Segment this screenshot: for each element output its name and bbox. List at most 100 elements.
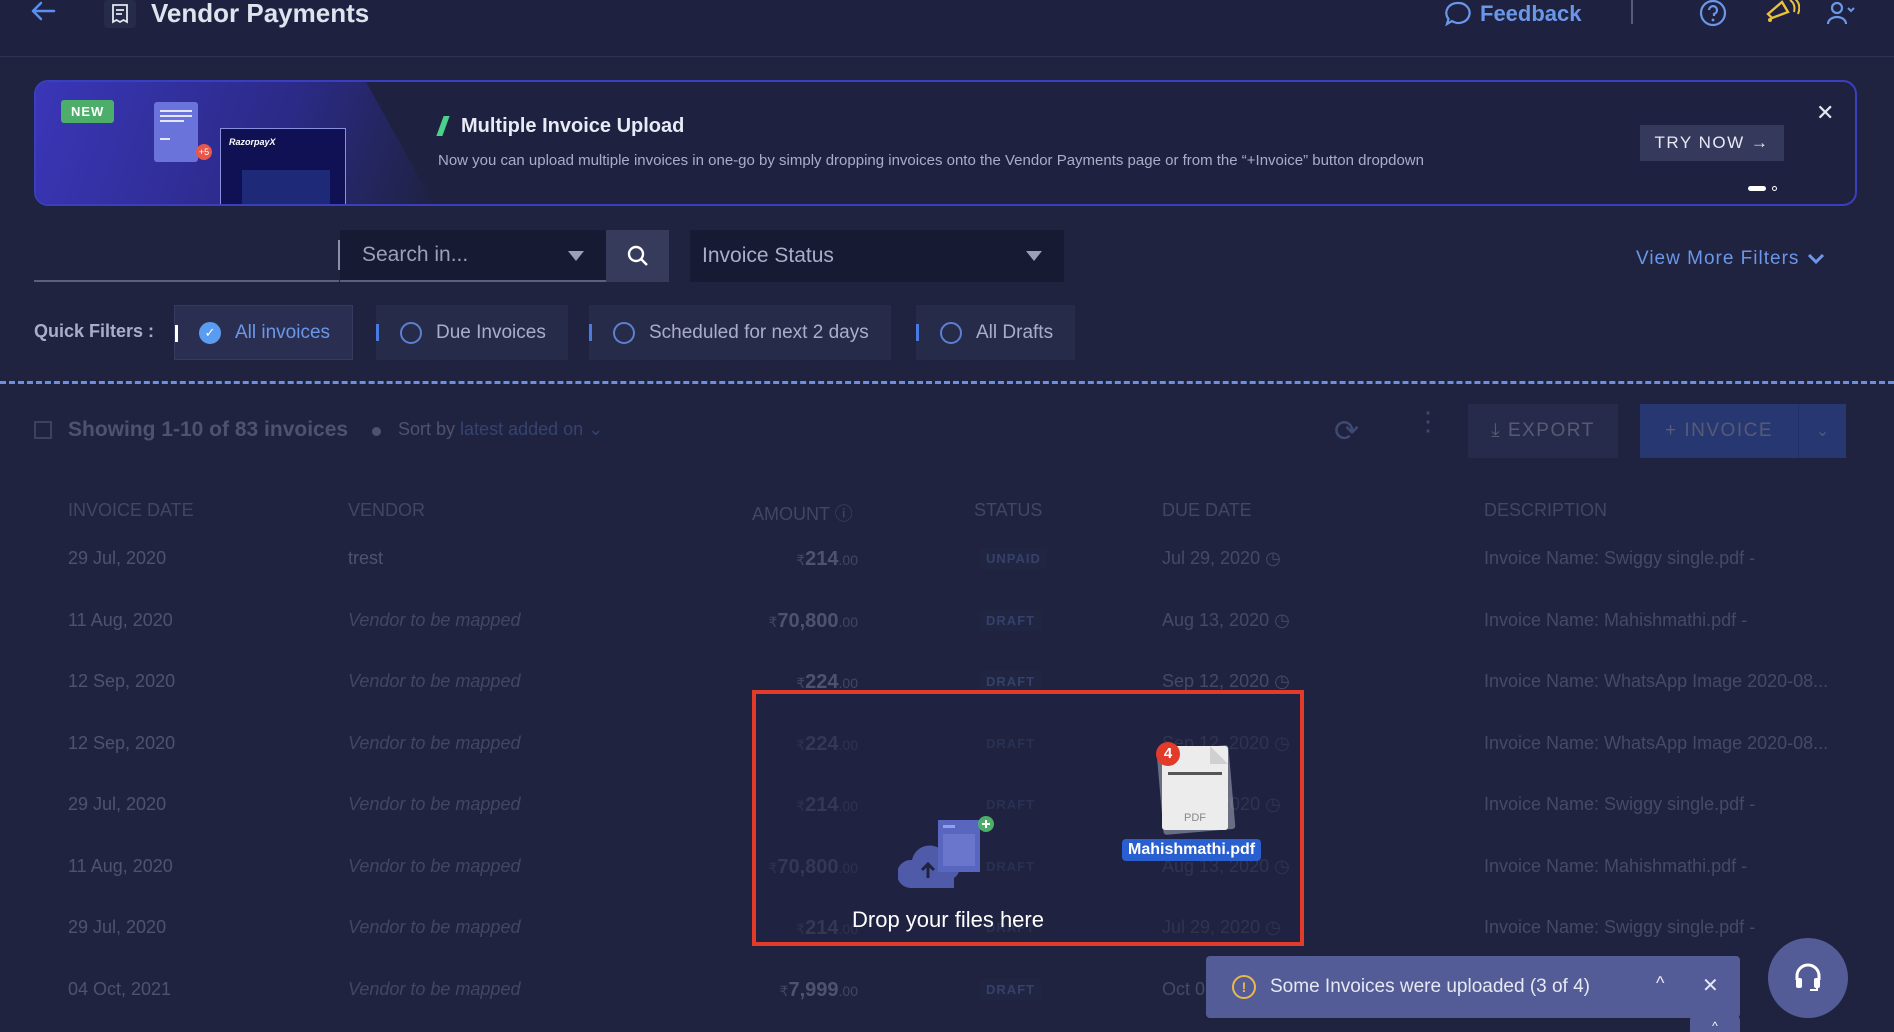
invoice-date: 12 Sep, 2020 xyxy=(68,671,176,691)
invoice-date: 11 Aug, 2020 xyxy=(68,609,173,630)
radio-empty-icon xyxy=(613,321,635,344)
upload-status-toast: ! Some Invoices were uploaded (3 of 4) ^… xyxy=(1206,956,1740,1018)
vendor-name[interactable]: Vendor to be mapped xyxy=(348,671,520,692)
banner-pagination xyxy=(1748,186,1777,191)
question-circle-icon xyxy=(1699,0,1727,27)
table-row[interactable]: 11 Aug, 2020 Vendor to be mapped ₹70,800.0… xyxy=(0,609,1894,650)
user-menu-button[interactable] xyxy=(1826,0,1858,33)
vendor-name[interactable]: Vendor to be mapped xyxy=(348,733,520,754)
column-header-invoice-date[interactable]: INVOICE DATE xyxy=(68,500,194,521)
close-toast-button[interactable]: ✕ xyxy=(1702,973,1719,998)
razorpayx-window-illustration: RazorpayX xyxy=(220,128,346,204)
status-badge: UNPAID xyxy=(980,548,1047,569)
vendor-name[interactable]: Vendor to be mapped xyxy=(348,610,520,631)
column-header-vendor[interactable]: VENDOR xyxy=(348,500,425,521)
vendor-name[interactable]: Vendor to be mapped xyxy=(348,917,520,938)
quick-filter-label: All Drafts xyxy=(976,321,1054,343)
sort-dropdown[interactable]: Sort by latest added on ⌄ xyxy=(398,419,603,440)
try-now-button[interactable]: TRY NOW → xyxy=(1640,125,1784,161)
refresh-icon[interactable]: ⟳ xyxy=(1334,414,1359,449)
banner-title: Multiple Invoice Upload xyxy=(461,115,685,137)
invoice-amount: ₹7,999.00 xyxy=(779,978,858,1001)
column-header-status[interactable]: STATUS xyxy=(974,500,1042,521)
column-header-amount[interactable]: AMOUNT ⓘ xyxy=(752,500,853,526)
due-date: Jul 29, 2020 ◷ xyxy=(1162,548,1281,568)
vendor-name[interactable]: Vendor to be mapped xyxy=(348,979,520,1000)
select-all-checkbox[interactable] xyxy=(34,421,52,439)
pagination-dot-active[interactable] xyxy=(1748,186,1766,191)
invoice-amount: ₹70,800.00 xyxy=(768,609,858,632)
export-button[interactable]: ⤓ EXPORT xyxy=(1468,404,1618,458)
invoice-status-dropdown[interactable]: Invoice Status xyxy=(690,230,1064,282)
invoice-date: 29 Jul, 2020 xyxy=(68,794,167,814)
table-header: INVOICE DATE VENDOR AMOUNT ⓘ STATUS DUE … xyxy=(0,500,1894,530)
quick-filters-label: Quick Filters : xyxy=(34,321,155,341)
back-button[interactable] xyxy=(30,0,60,26)
invoice-date: 11 Aug, 2020 xyxy=(68,855,173,876)
search-button[interactable] xyxy=(606,230,669,282)
quick-filter-all-invoices[interactable]: ✓ All invoices xyxy=(174,305,354,360)
dragged-count-badge: 4 xyxy=(1156,742,1180,766)
search-in-dropdown[interactable]: Search in... xyxy=(340,230,606,282)
search-in-placeholder: Search in... xyxy=(362,243,469,266)
status-badge: DRAFT xyxy=(980,609,1042,631)
vendor-name: trest xyxy=(348,548,384,568)
vendor-name[interactable]: Vendor to be mapped xyxy=(348,856,520,877)
new-badge: NEW xyxy=(61,100,115,123)
banner-accent-mark xyxy=(436,116,450,136)
dragged-file-name: Mahishmathi.pdf xyxy=(1122,839,1262,861)
clock-icon: ◷ xyxy=(1274,671,1290,691)
feedback-link[interactable]: Feedback xyxy=(1444,0,1582,28)
add-invoice-dropdown[interactable]: ⌄ xyxy=(1798,404,1846,458)
search-icon xyxy=(627,245,648,266)
invoice-doc-illustration xyxy=(154,102,198,162)
quick-filter-label: Due Invoices xyxy=(436,321,546,343)
invoice-description: Invoice Name: Mahishmathi.pdf - xyxy=(1484,855,1748,876)
top-header: Vendor Payments Feedback xyxy=(0,0,1894,57)
headset-icon xyxy=(1795,963,1821,991)
pagination-dot[interactable] xyxy=(1772,186,1777,191)
vendor-name[interactable]: Vendor to be mapped xyxy=(348,794,520,815)
clock-icon: ◷ xyxy=(1274,609,1290,630)
support-chat-button[interactable] xyxy=(1768,938,1848,1018)
radio-empty-icon xyxy=(400,321,422,344)
column-header-due-date[interactable]: DUE DATE xyxy=(1162,500,1252,521)
toast-collapse-tab[interactable]: ^ xyxy=(1690,1016,1740,1032)
announcements-button[interactable] xyxy=(1764,0,1801,31)
table-toolbar: Showing 1-10 of 83 invoices Sort by late… xyxy=(0,400,1894,460)
page-title: Vendor Payments xyxy=(151,0,370,28)
file-drop-zone[interactable]: Drop your files here PDF 4 Mahishmathi.p… xyxy=(752,690,1304,946)
quick-filter-due-invoices[interactable]: Due Invoices xyxy=(376,305,568,360)
close-banner-button[interactable]: ✕ xyxy=(1816,100,1834,126)
invoice-date: 12 Sep, 2020 xyxy=(68,732,176,753)
view-more-filters-link[interactable]: View More Filters xyxy=(1636,248,1825,270)
quick-filter-label: All invoices xyxy=(235,321,331,343)
drop-target-boundary xyxy=(0,381,1894,384)
status-badge: DRAFT xyxy=(980,671,1042,692)
expand-toast-button[interactable]: ^ xyxy=(1656,973,1664,994)
quick-filter-scheduled[interactable]: Scheduled for next 2 days xyxy=(589,305,891,360)
more-options-icon[interactable]: ⋮ xyxy=(1415,408,1441,434)
sort-value: latest added on xyxy=(460,419,584,439)
banner-illustration: NEW +5 RazorpayX xyxy=(36,82,436,204)
status-badge: DRAFT xyxy=(980,978,1042,1000)
showing-count: Showing 1-10 of 83 invoices xyxy=(68,418,349,441)
sort-prefix: Sort by xyxy=(398,419,456,439)
feature-banner: NEW +5 RazorpayX Multiple Invoice Upload… xyxy=(34,80,1857,206)
quick-filter-all-drafts[interactable]: All Drafts xyxy=(916,305,1076,360)
table-row[interactable]: 29 Jul, 2020 trest ₹214.00 UNPAID Jul 29, 20… xyxy=(0,548,1894,588)
invoice-amount: ₹214.00 xyxy=(796,548,858,570)
help-button[interactable] xyxy=(1698,0,1728,35)
chevron-down-icon: ⌄ xyxy=(588,419,604,439)
invoice-description: Invoice Name: Swiggy single.pdf - xyxy=(1484,917,1756,937)
separator-dot xyxy=(372,427,381,436)
column-header-description[interactable]: DESCRIPTION xyxy=(1484,500,1607,521)
dragged-files[interactable]: PDF 4 xyxy=(1156,742,1236,835)
invoice-status-placeholder: Invoice Status xyxy=(702,244,834,267)
invoice-date: 29 Jul, 2020 xyxy=(68,917,167,937)
search-input[interactable] xyxy=(34,230,339,282)
add-invoice-button[interactable]: + INVOICE xyxy=(1640,404,1798,458)
drop-zone-label: Drop your files here xyxy=(852,907,1044,932)
caret-down-icon xyxy=(568,251,584,261)
quick-filter-label: Scheduled for next 2 days xyxy=(649,321,869,343)
